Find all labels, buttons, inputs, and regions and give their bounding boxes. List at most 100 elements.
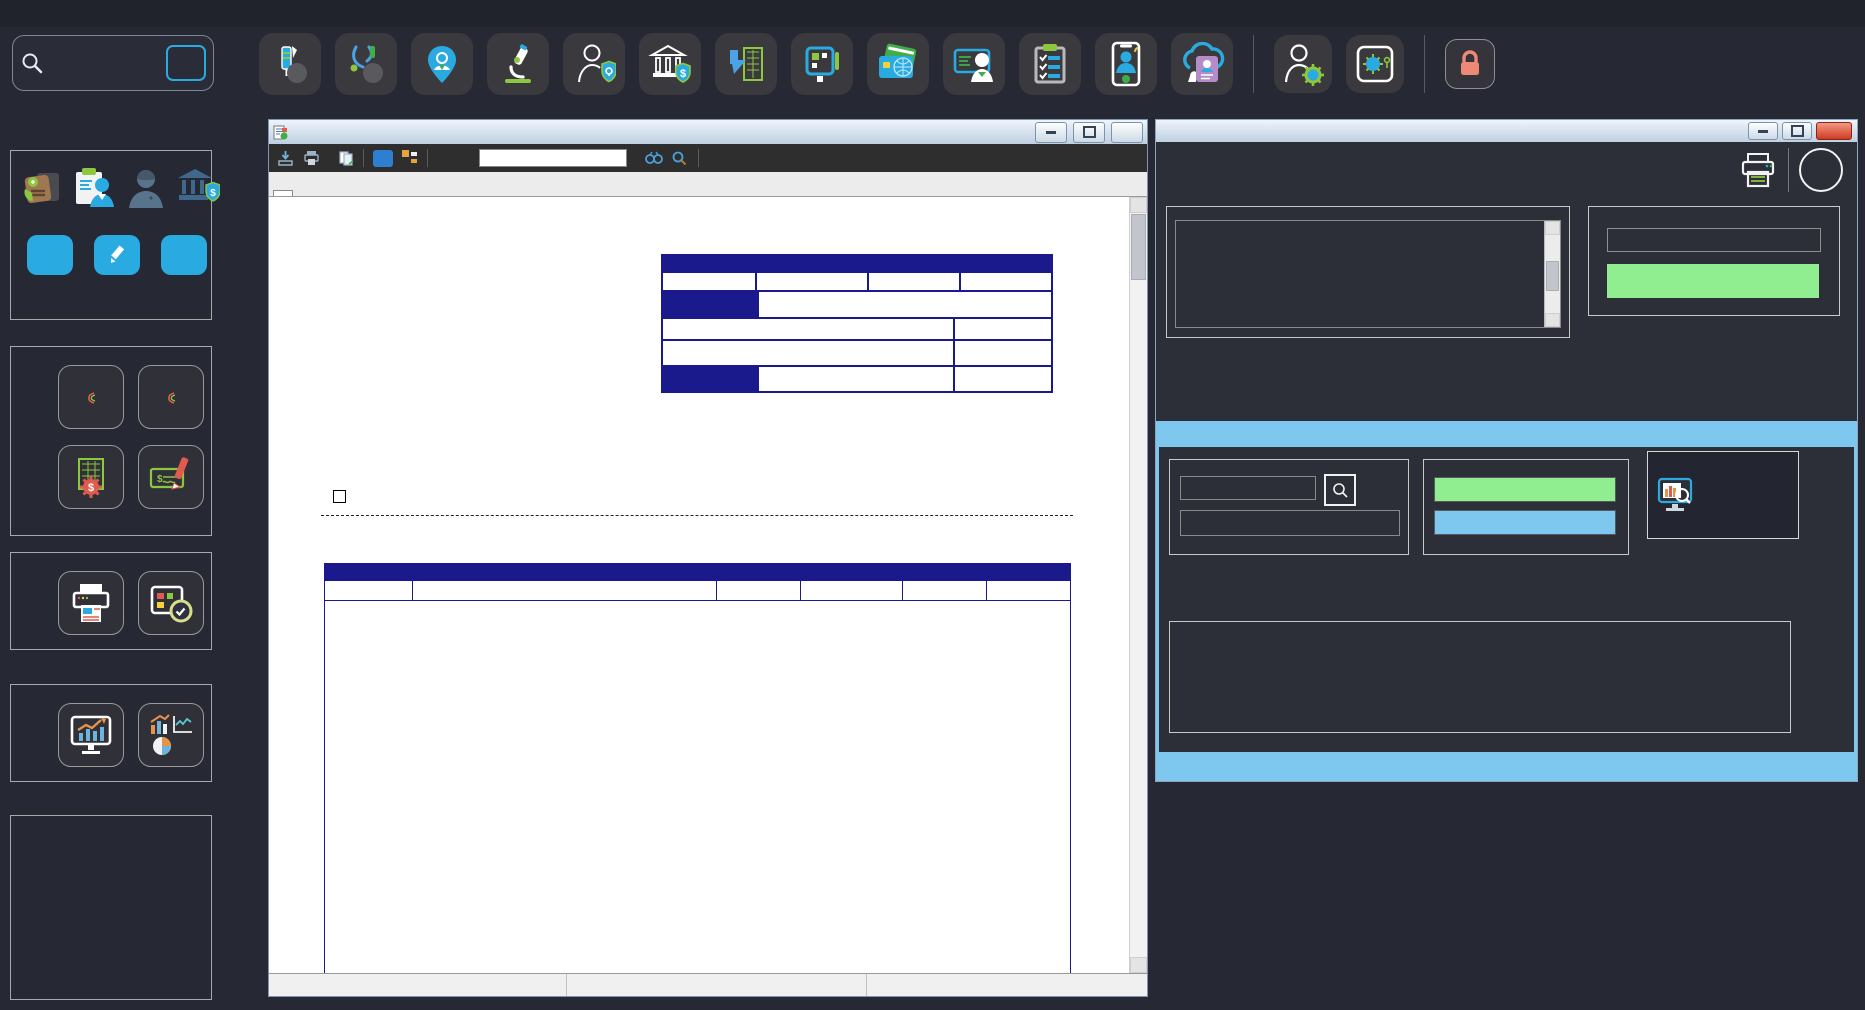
export-report-button[interactable] (277, 150, 294, 166)
patient-icon[interactable] (125, 167, 167, 209)
page-number-input[interactable] (479, 149, 627, 167)
report-title-input[interactable] (1607, 228, 1821, 252)
cloud-statements-button[interactable] (1171, 33, 1233, 95)
billing-statements-button[interactable]: $ (58, 445, 124, 509)
scroll-down-icon[interactable] (1130, 957, 1147, 973)
export-data-button[interactable] (715, 33, 777, 95)
main-report-tab[interactable] (273, 190, 293, 196)
report-dashboard-button[interactable] (58, 703, 124, 767)
provider-locations-button[interactable] (411, 33, 473, 95)
scroll-up-icon[interactable] (1545, 221, 1560, 235)
pqs-dialog-close-button[interactable] (1799, 148, 1843, 192)
lock-button[interactable] (1445, 39, 1495, 89)
appointments-button[interactable] (138, 571, 204, 635)
cms-1450-button[interactable] (138, 365, 204, 429)
minimize-icon (1758, 130, 1768, 133)
bank-deposits-button[interactable]: $ (639, 33, 701, 95)
toggle-group-tree-button[interactable] (373, 150, 393, 167)
payment-balance (869, 273, 961, 290)
menu-bar (0, 0, 1865, 27)
print-report-button[interactable] (303, 150, 320, 166)
copy-report-button[interactable] (338, 150, 354, 166)
printer-icon (69, 581, 113, 625)
main-toolbar: $ (259, 33, 1495, 95)
report-title-green-button[interactable] (1607, 264, 1819, 298)
vault-button[interactable] (1346, 35, 1404, 93)
statement-page (269, 197, 1129, 973)
patient-accounts-icon[interactable]: $ (176, 167, 220, 209)
group-tree-icon[interactable] (402, 150, 418, 166)
svg-text:$: $ (88, 482, 94, 494)
report-status-bar (269, 973, 1147, 996)
credit-cards-button[interactable] (867, 33, 929, 95)
zoom-button[interactable] (672, 151, 689, 166)
pqs-titlebar[interactable] (1156, 120, 1857, 142)
billing-group: $ $ (10, 346, 212, 536)
report-scrollbar[interactable] (1129, 197, 1147, 973)
scroll-down-icon[interactable] (1545, 313, 1560, 327)
location-pin-icon (421, 43, 463, 85)
print-schedule-button[interactable] (58, 571, 124, 635)
view-online-statement-button[interactable] (1647, 451, 1799, 539)
cloud-statement-icon (1178, 42, 1226, 86)
check-writer-button[interactable]: $ (138, 445, 204, 509)
cms-1500-button[interactable] (58, 365, 124, 429)
pqs-minimize-button[interactable] (1748, 122, 1778, 140)
search-text-button[interactable] (645, 151, 663, 165)
scrollbar-thumb[interactable] (1546, 261, 1559, 291)
quick-launch-search[interactable] (12, 35, 214, 91)
patient-search-button[interactable] (1324, 474, 1356, 506)
billing-change-row (333, 489, 352, 503)
restore-button[interactable] (1073, 122, 1105, 143)
patients-group: $ (10, 150, 212, 320)
statements-listbox (1175, 220, 1561, 328)
quick-launch-menu-button[interactable] (166, 45, 206, 81)
payment-card-person-button[interactable] (943, 33, 1005, 95)
edit-patient-button[interactable] (94, 235, 140, 275)
patient-cards-icon[interactable] (21, 167, 63, 209)
patient-list-button[interactable] (161, 235, 207, 275)
credit-cards-icon (875, 42, 921, 86)
svg-text:$: $ (210, 188, 216, 199)
schedule-group (10, 552, 212, 650)
print-statement-button[interactable] (1738, 152, 1778, 188)
patient-security-button[interactable] (563, 33, 625, 95)
pqs-restore-button[interactable] (1782, 122, 1812, 140)
report-window-icon (273, 125, 288, 140)
report-window-titlebar[interactable] (269, 120, 1147, 144)
point-of-sale-button[interactable] (791, 33, 853, 95)
billing-change-checkbox[interactable] (333, 490, 346, 503)
patient-chart-icon[interactable] (72, 167, 116, 209)
select-patient-groupbox (1169, 459, 1409, 555)
lab-button[interactable] (487, 33, 549, 95)
telehealth-button[interactable] (1095, 33, 1157, 95)
charts-button[interactable] (138, 703, 204, 767)
payment-account (663, 273, 757, 290)
bank-shield-icon: $ (648, 42, 692, 86)
exp-date-label (955, 319, 1051, 339)
close-button[interactable] (1111, 122, 1143, 143)
scrollbar-thumb[interactable] (1131, 214, 1146, 280)
pqs-tab-area (1156, 421, 1857, 781)
task-checklist-button[interactable] (1019, 33, 1081, 95)
note-text (1170, 622, 1790, 638)
cvv-label (955, 341, 1051, 365)
checklist-icon (1030, 42, 1070, 86)
report-viewer-window (268, 119, 1148, 997)
patient-account-input[interactable] (1180, 476, 1316, 500)
minimize-button[interactable] (1035, 122, 1067, 143)
monitor-chart-icon (68, 713, 114, 757)
payment-box (661, 254, 1053, 393)
patient-name-field[interactable] (1180, 510, 1400, 536)
scroll-up-icon[interactable] (1130, 197, 1147, 213)
status-current-page (269, 974, 567, 996)
statements-scrollbar[interactable] (1544, 221, 1560, 327)
user-settings-button[interactable] (1274, 35, 1332, 93)
charts-icon (148, 713, 194, 757)
add-patient-button[interactable] (27, 235, 73, 275)
pqs-close-button[interactable] (1816, 122, 1852, 140)
icd-codes-button[interactable] (335, 33, 397, 95)
cpt-codes-button[interactable] (259, 33, 321, 95)
header-divider (1788, 148, 1789, 192)
payment-date (757, 273, 869, 290)
